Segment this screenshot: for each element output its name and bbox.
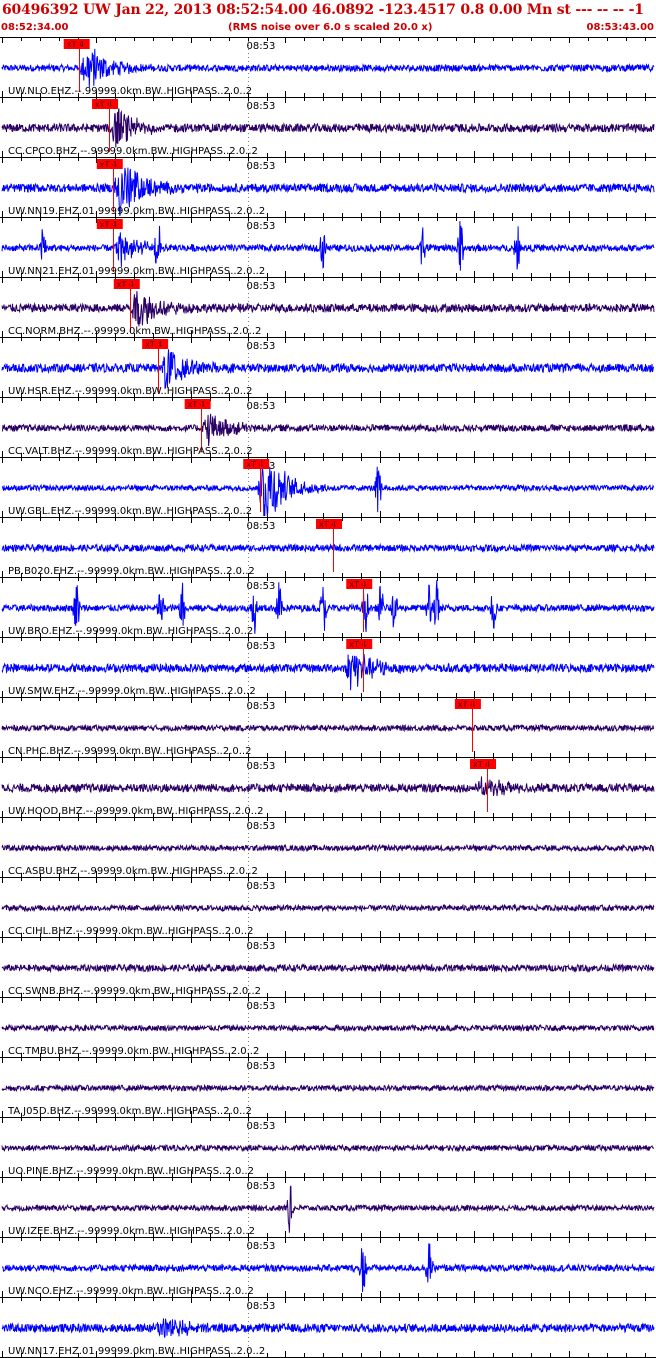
minute-label: 08:53 <box>247 41 276 52</box>
minute-label: 08:53 <box>247 1181 276 1192</box>
station-label: UW.NCO.EHZ.--.99999.0km.BW..HIGHPASS..2.… <box>8 1286 254 1297</box>
waveform-trace <box>1 776 655 797</box>
minute-label: 08:53 <box>247 521 276 532</box>
minute-label: 08:53 <box>247 941 276 952</box>
waveform-trace <box>1 542 655 554</box>
waveform-trace <box>1 1318 655 1338</box>
waveform-trace <box>1 108 655 148</box>
minute-label: 08:53 <box>247 281 276 292</box>
waveform-trace <box>1 723 655 733</box>
station-label: UW.HSR.EHZ.--.99999.0km.BW..HIGHPASS..2.… <box>8 386 252 397</box>
station-label: UW.NN21.EHZ.01.99999.0km.BW..HIGHPASS..2… <box>8 266 265 277</box>
minute-label: 08:53 <box>247 101 276 112</box>
waveform-trace <box>1 1023 655 1033</box>
minute-label: 08:53 <box>247 1001 276 1012</box>
minute-label: 08:53 <box>247 581 276 592</box>
minute-label: 08:53 <box>247 1121 276 1132</box>
station-label: UW.HOOD.BHZ.--.99999.0km.BW..HIGHPASS..2… <box>8 806 264 817</box>
station-label: UW.SMW.EHZ.--.99999.0km.BW..HIGHPASS..2.… <box>8 686 256 697</box>
minute-label: 08:53 <box>247 1301 276 1312</box>
pick-label: xT 4 <box>100 220 117 229</box>
pick-label: xT 4 <box>145 340 162 349</box>
waveform-trace <box>1 1083 655 1093</box>
minute-label: 08:53 <box>247 1061 276 1072</box>
waveform-trace <box>1 654 655 691</box>
minute-label: 08:53 <box>247 761 276 772</box>
minute-label: 08:53 <box>247 641 276 652</box>
pick-label: xT 4 <box>117 280 134 289</box>
station-label: PB.B020.EHZ.--.99999.0km.BW..HIGHPASS..2… <box>8 566 255 577</box>
waveform-trace <box>1 291 655 327</box>
waveform-trace <box>1 349 655 389</box>
waveform-trace <box>1 1243 655 1293</box>
minute-label: 08:53 <box>247 341 276 352</box>
waveform-trace <box>1 903 655 913</box>
waveform-trace <box>1 413 655 447</box>
station-label: UW.GBL.EHZ.--.99999.0km.BW..HIGHPASS..2.… <box>8 506 252 517</box>
minute-label: 08:53 <box>247 161 276 172</box>
station-label: CC.SWNB.BHZ.--.99999.0km.BW..HIGHPASS..2… <box>8 986 261 997</box>
minute-label: 08:53 <box>247 881 276 892</box>
pick-label: xT 4 <box>67 40 84 49</box>
seismogram-plot: 08:53 xT 4 UW.NLO.EHZ.--.99999.0km.BW..HIG… <box>0 37 656 1358</box>
station-label: CC.VALT.BHZ.--.99999.0km.BW..HIGHPASS..2… <box>8 446 253 457</box>
minute-label: 08:53 <box>247 821 276 832</box>
station-label: UO.PINE.BHZ.--.99999.0km.BW..HIGHPASS..2… <box>8 1166 254 1177</box>
station-label: UW.NN19.EHZ.01.99999.0km.BW..HIGHPASS..2… <box>8 206 265 217</box>
waveform-trace <box>1 1143 655 1153</box>
station-label: CC.CIHL.BHZ.--.99999.0km.BW..HIGHPASS..2… <box>8 926 253 937</box>
waveform-trace <box>1 48 655 88</box>
minute-label: 08:53 <box>247 221 276 232</box>
minute-label: 08:53 <box>247 401 276 412</box>
station-label: UW.IZEE.BHZ.--.99999.0km.BW..HIGHPASS..2… <box>8 1226 255 1237</box>
station-label: CC.ASBU.BHZ.--.99999.0km.BW..HIGHPASS..2… <box>8 866 258 877</box>
pick-label: xT 4 <box>188 400 205 409</box>
waveform-trace <box>1 843 655 853</box>
station-label: UW.BRO.EHZ.--.99999.0km.BW..HIGHPASS..2.… <box>8 626 253 637</box>
station-label: CC.NORM.BHZ.--.99999.0km.BW..HIGHPASS..2… <box>8 326 261 337</box>
station-label: UW.NLO.EHZ.--.99999.0km.BW..HIGHPASS..2.… <box>8 86 252 97</box>
station-label: CC.TMBU.BHZ.--.99999.0km.BW..HIGHPASS..2… <box>8 1046 259 1057</box>
station-label: CC.CPCO.BHZ.--.99999.0km.BW..HIGHPASS..2… <box>8 146 258 157</box>
minute-label: 08:53 <box>247 701 276 712</box>
station-label: CN.PHC.BHZ.--.99999.0km.BW..HIGHPASS..2.… <box>8 746 251 757</box>
station-label: UW.NN17.EHZ.01.99999.0km.BW..HIGHPASS..2… <box>8 1346 265 1357</box>
station-label: TA.J05D.BHZ.--.99999.0km.BW..HIGHPASS..2… <box>7 1106 252 1117</box>
pick-label: xT 4 <box>100 160 117 169</box>
waveform-trace <box>1 962 655 974</box>
minute-label: 08:53 <box>247 1241 276 1252</box>
